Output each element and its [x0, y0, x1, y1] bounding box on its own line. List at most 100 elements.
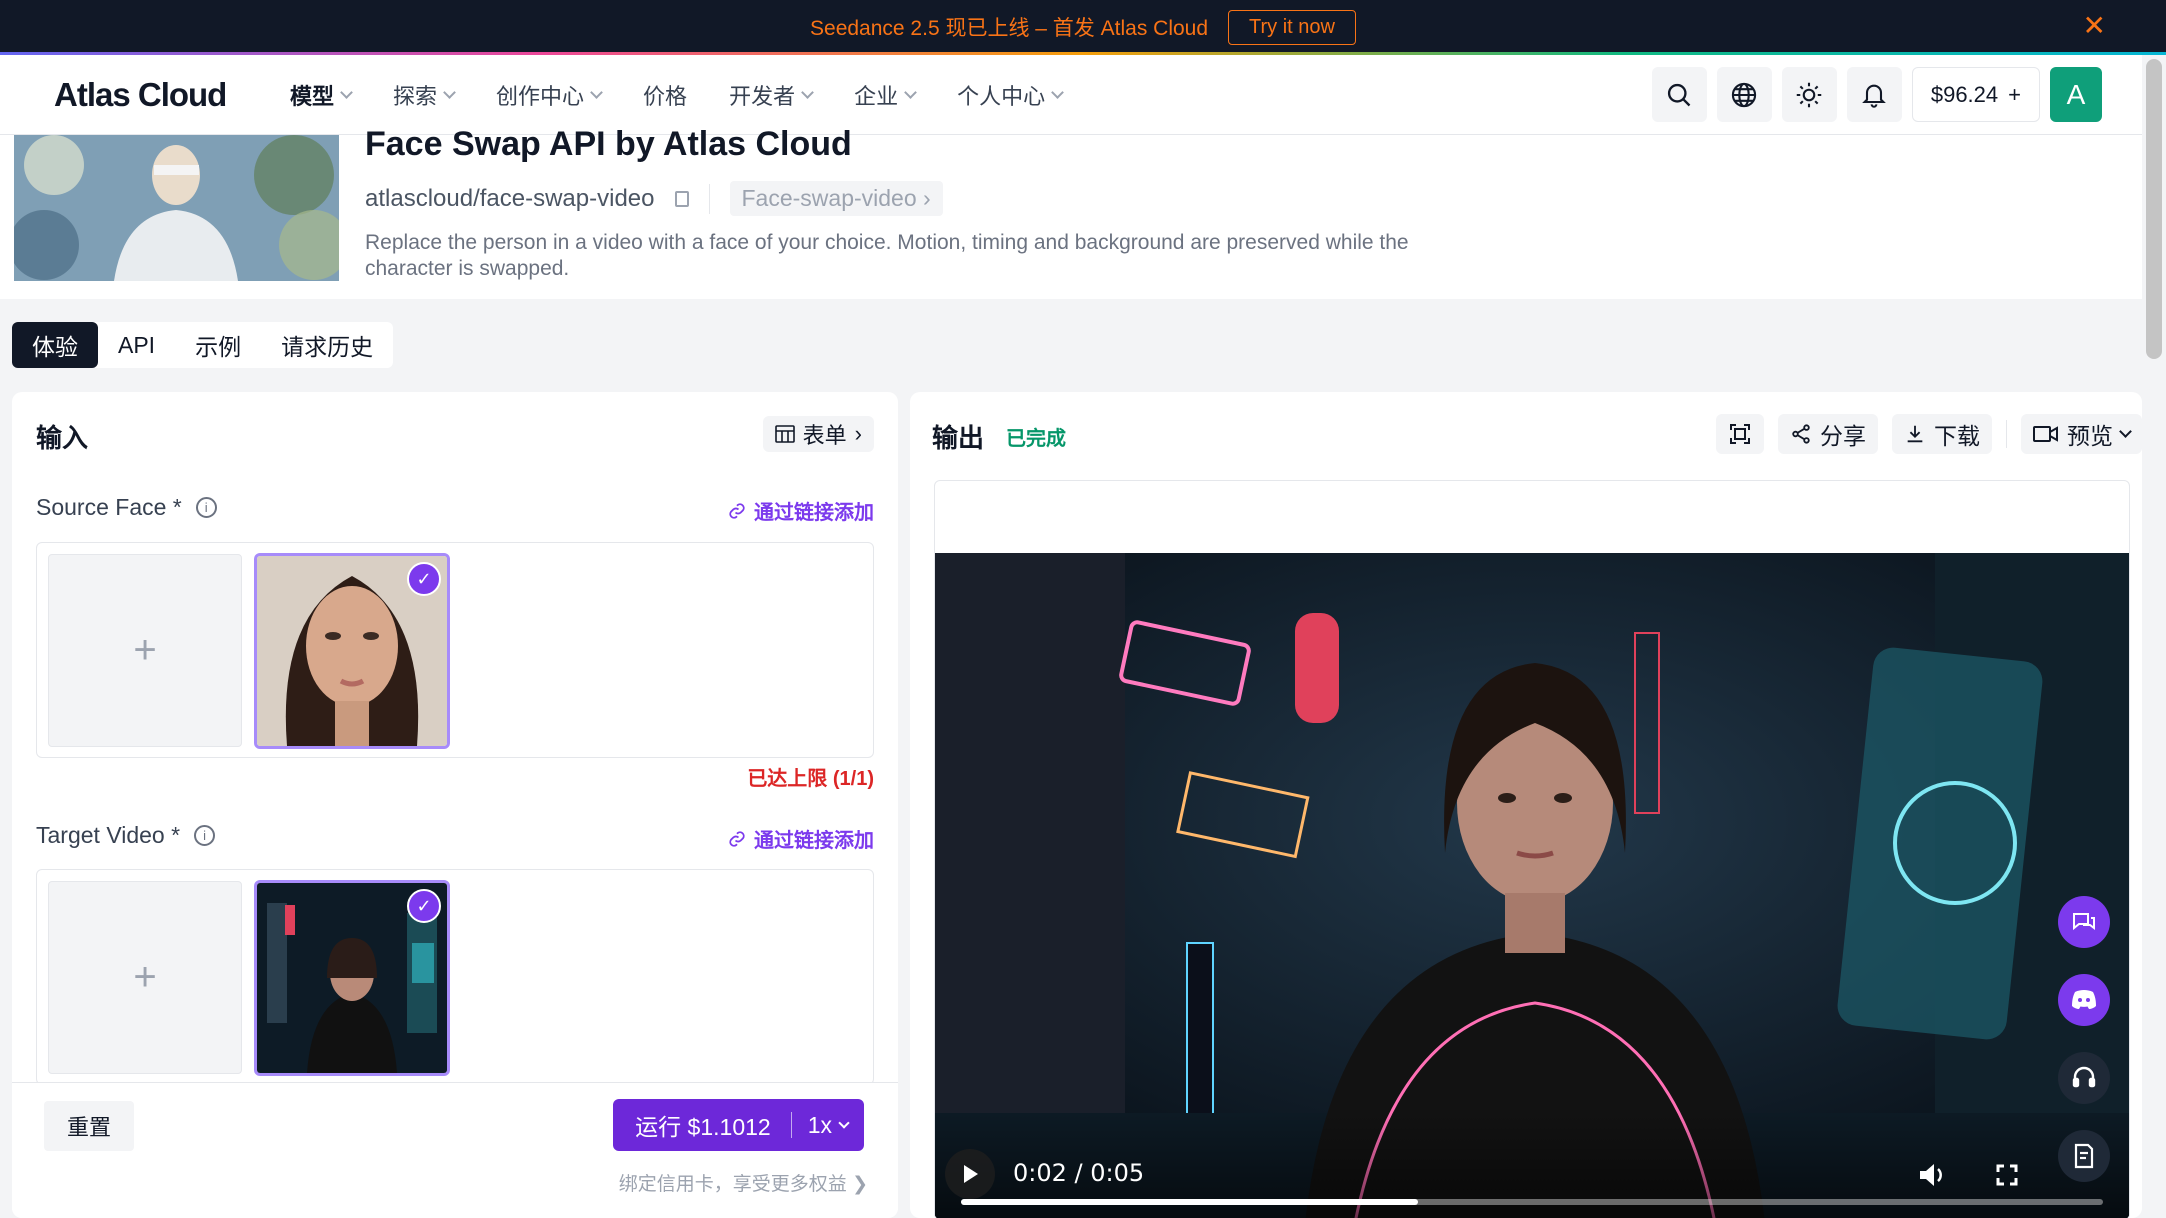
chevron-right-icon: ›	[854, 421, 862, 446]
discord-button[interactable]	[2058, 974, 2110, 1026]
video-progress-fill	[961, 1199, 1418, 1205]
nav-item-pricing[interactable]: 价格	[627, 71, 703, 119]
target-video-add-link[interactable]: 通过链接添加	[728, 824, 874, 853]
chevron-down-icon	[1051, 85, 1064, 99]
volume-icon	[1920, 1164, 1942, 1186]
target-video-upload-area: + ✓	[36, 869, 874, 1085]
nav-item-label: 企业	[854, 83, 899, 109]
balance-amount: $96.24	[1930, 81, 1999, 107]
info-icon[interactable]: i	[194, 825, 216, 846]
nav-item-explore[interactable]: 探索	[377, 71, 470, 119]
info-icon[interactable]: i	[195, 497, 217, 518]
theme-toggle-button[interactable]	[1781, 67, 1837, 122]
output-title-row: 输出 已完成	[932, 418, 1066, 455]
target-video-label-row: Target Video * i	[36, 822, 216, 849]
source-face-thumbnail[interactable]: ✓	[254, 553, 450, 749]
chevron-down-icon	[590, 85, 603, 99]
run-multiplier-select[interactable]: 1x	[792, 1112, 864, 1139]
play-button[interactable]	[945, 1149, 995, 1199]
tab-api[interactable]: API	[98, 322, 175, 368]
nav-item-creation-center[interactable]: 创作中心	[480, 71, 617, 119]
nav-item-developers[interactable]: 开发者	[713, 71, 828, 119]
bind-card-link[interactable]: 绑定信用卡，享受更多权益 ❯	[619, 1169, 868, 1196]
output-title: 输出	[932, 423, 985, 453]
close-icon[interactable]: ✕	[2083, 12, 2106, 40]
selected-check-icon: ✓	[407, 889, 441, 923]
page-tabs: 体验 API 示例 请求历史	[12, 322, 394, 368]
form-mode-button[interactable]: 表单 ›	[762, 416, 874, 452]
bell-icon	[1862, 84, 1887, 108]
link-icon	[729, 830, 745, 847]
source-face-add-link[interactable]: 通过链接添加	[728, 496, 874, 525]
language-button[interactable]	[1716, 67, 1772, 122]
nav-item-personal-center[interactable]: 个人中心	[941, 71, 1078, 119]
video-time: 0:02 / 0:05	[1013, 1159, 1145, 1187]
output-video-player[interactable]: 0:02 / 0:05	[935, 553, 2129, 1218]
link-add-label: 通过链接添加	[754, 830, 874, 852]
nav-item-models[interactable]: 模型	[274, 71, 367, 119]
preview-dropdown[interactable]: 预览	[2021, 414, 2142, 454]
sun-icon	[1797, 82, 1822, 107]
tab-playground[interactable]: 体验	[12, 322, 98, 368]
nav-item-label: 开发者	[729, 83, 796, 109]
play-icon	[964, 1165, 978, 1183]
page-scrollbar[interactable]	[2142, 55, 2166, 1218]
tab-examples[interactable]: 示例	[175, 322, 261, 368]
run-multiplier-value: 1x	[807, 1111, 832, 1138]
copy-icon[interactable]	[674, 190, 689, 207]
reset-button[interactable]: 重置	[44, 1101, 134, 1151]
tab-request-history[interactable]: 请求历史	[261, 322, 393, 368]
nav-item-label: 模型	[290, 83, 335, 109]
model-path-row: atlascloud/face-swap-video Face-swap-vid…	[365, 181, 943, 216]
support-button[interactable]	[2058, 1052, 2110, 1104]
output-panel: 输出 已完成 分享 下载 预览 0:02 / 0:05	[910, 392, 2142, 1218]
input-footer: 重置 运行 $1.1012 1x 绑定信用卡，享受更多权益 ❯	[12, 1082, 898, 1218]
run-button[interactable]: 运行 $1.1012 1x	[613, 1099, 864, 1151]
chevron-down-icon	[838, 1117, 850, 1129]
source-face-limit: 已达上限 (1/1)	[747, 768, 874, 790]
status-badge: 已完成	[1006, 428, 1067, 450]
divider	[708, 183, 710, 214]
preview-label: 预览	[2067, 423, 2113, 449]
search-button[interactable]	[1651, 67, 1707, 122]
download-icon	[1907, 425, 1923, 443]
notes-button[interactable]	[2058, 1130, 2110, 1182]
logo[interactable]: Atlas Cloud	[54, 76, 274, 114]
source-face-upload-area: + ✓	[36, 542, 874, 758]
model-tag[interactable]: Face-swap-video ›	[729, 181, 943, 216]
notifications-button[interactable]	[1846, 67, 1902, 122]
chevron-down-icon	[443, 85, 456, 99]
discord-icon	[2072, 990, 2096, 1009]
header-actions: $96.24 + A	[1651, 67, 2102, 122]
document-edit-icon	[2074, 1143, 2094, 1169]
divider	[2006, 420, 2007, 448]
model-title: Face Swap API by Atlas Cloud	[365, 125, 852, 163]
main-nav: 模型 探索 创作中心 价格 开发者 企业 个人中心	[274, 71, 1078, 119]
avatar[interactable]: A	[2050, 67, 2102, 122]
plus-icon: +	[2008, 81, 2021, 107]
fullscreen-button[interactable]	[1995, 1163, 2019, 1192]
volume-button[interactable]	[1917, 1161, 1947, 1194]
try-it-now-button[interactable]: Try it now	[1228, 9, 1356, 45]
add-source-face-button[interactable]: +	[48, 554, 242, 747]
headset-icon	[2072, 1066, 2096, 1088]
add-target-video-button[interactable]: +	[48, 881, 242, 1074]
download-button[interactable]: 下载	[1892, 414, 1992, 454]
model-info: Face Swap API by Atlas Cloud atlascloud/…	[0, 125, 2142, 299]
link-add-label: 通过链接添加	[754, 502, 874, 524]
share-button[interactable]: 分享	[1778, 414, 1878, 454]
target-video-thumbnail[interactable]: ✓	[254, 880, 450, 1076]
output-actions: 分享 下载 预览	[1716, 414, 2142, 454]
link-icon	[729, 502, 745, 519]
globe-icon	[1732, 82, 1757, 107]
fit-view-button[interactable]	[1716, 414, 1764, 454]
nav-item-enterprise[interactable]: 企业	[838, 71, 931, 119]
nav-item-label: 探索	[393, 83, 438, 109]
search-icon	[1668, 83, 1691, 106]
video-progress-bar[interactable]	[961, 1199, 2103, 1205]
target-video-label: Target Video *	[36, 822, 181, 848]
scrollbar-thumb[interactable]	[2146, 59, 2162, 359]
chat-button[interactable]	[2058, 896, 2110, 948]
input-panel: 输入 表单 › Source Face * i 通过链接添加 + ✓ 已达上限 …	[12, 392, 898, 1218]
balance-button[interactable]: $96.24 +	[1911, 67, 2040, 122]
